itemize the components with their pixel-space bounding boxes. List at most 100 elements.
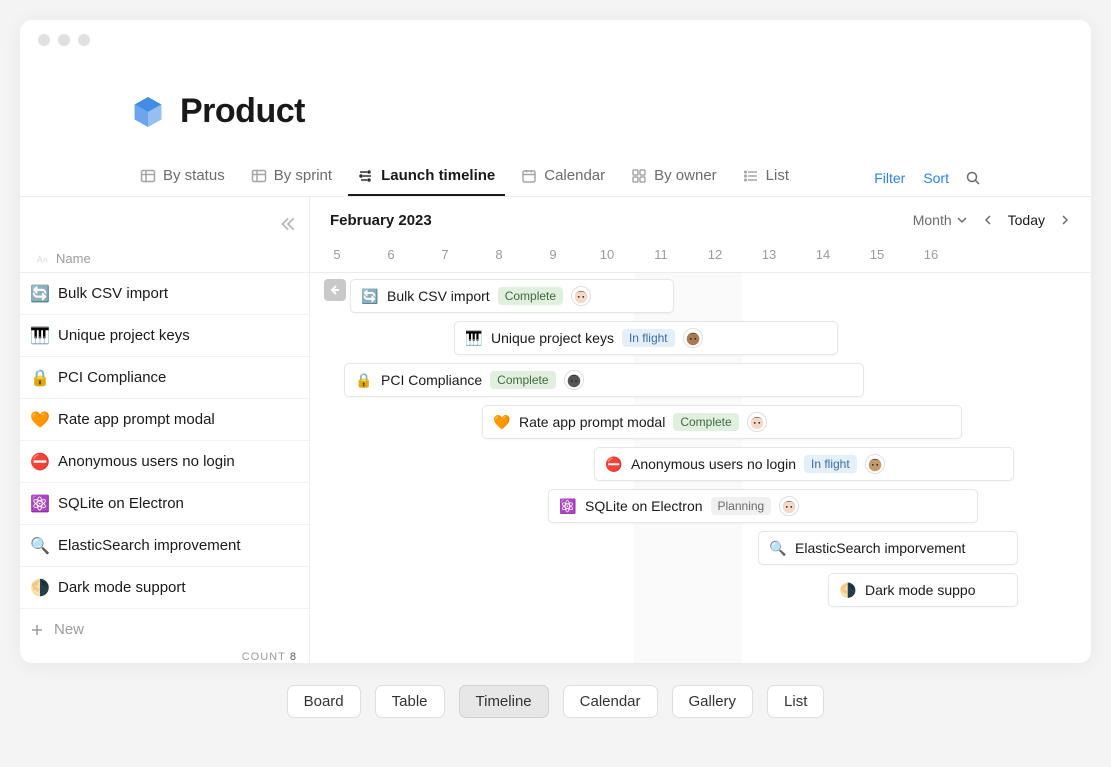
page-content: Product By status By sprint Launch timel… [20, 52, 1091, 663]
bar-title: Bulk CSV import [387, 288, 490, 304]
window-dot [58, 34, 70, 46]
view-chip-gallery[interactable]: Gallery [672, 685, 754, 718]
list-item[interactable]: 🌗 Dark mode support [20, 567, 309, 609]
item-emoji-icon: ⚛️ [30, 494, 48, 514]
day-column-header: 15 [850, 243, 904, 272]
table-icon [140, 168, 156, 184]
timeline-bar[interactable]: 🔍 ElasticSearch imporvement [758, 531, 1018, 565]
app-window: Product By status By sprint Launch timel… [20, 20, 1091, 663]
bar-title: Dark mode suppo [865, 582, 976, 598]
gantt-chart[interactable]: 🔄 Bulk CSV importComplete🎹 Unique projec… [310, 273, 1091, 663]
item-emoji-icon: 🔍 [30, 536, 48, 556]
item-emoji-icon: 🎹 [465, 330, 483, 347]
avatar [747, 412, 767, 432]
item-name: Rate app prompt modal [58, 411, 215, 428]
table-icon [251, 168, 267, 184]
bar-title: Rate app prompt modal [519, 414, 665, 430]
sort-button[interactable]: Sort [917, 166, 955, 190]
item-emoji-icon: ⚛️ [559, 498, 577, 515]
tab-launch-timeline[interactable]: Launch timeline [348, 159, 505, 196]
day-column-header: 13 [742, 243, 796, 272]
day-column-header: 11 [634, 243, 688, 272]
list-item[interactable]: 🔒 PCI Compliance [20, 357, 309, 399]
item-name: Unique project keys [58, 327, 190, 344]
view-chip-calendar[interactable]: Calendar [563, 685, 658, 718]
avatar [865, 454, 885, 474]
item-emoji-icon: 🧡 [30, 410, 48, 430]
day-column-header: 10 [580, 243, 634, 272]
page-header: Product [20, 92, 1091, 159]
name-column-header[interactable]: Name [34, 251, 295, 266]
tab-label: By owner [654, 167, 717, 184]
day-column-header: 12 [688, 243, 742, 272]
page-title: Product [180, 92, 305, 131]
view-chip-board[interactable]: Board [287, 685, 361, 718]
list-item[interactable]: ⛔ Anonymous users no login [20, 441, 309, 483]
item-emoji-icon: ⛔ [30, 452, 48, 472]
tab-by-sprint[interactable]: By sprint [241, 159, 342, 196]
timeline-bar[interactable]: 🌗 Dark mode suppo [828, 573, 1018, 607]
grid-icon [631, 168, 647, 184]
timeline-header: February 2023 Month Today [310, 197, 1091, 243]
tab-list[interactable]: List [733, 159, 799, 196]
left-pane: Name 🔄 Bulk CSV import🎹 Unique project k… [20, 197, 310, 663]
timeline-area: Name 🔄 Bulk CSV import🎹 Unique project k… [20, 197, 1091, 663]
list-item[interactable]: ⚛️ SQLite on Electron [20, 483, 309, 525]
list-item[interactable]: 🧡 Rate app prompt modal [20, 399, 309, 441]
scroll-back-button[interactable] [324, 279, 346, 301]
next-period-button[interactable] [1059, 214, 1071, 226]
timeline-bar[interactable]: ⚛️ SQLite on ElectronPlanning [548, 489, 978, 523]
item-emoji-icon: 🌗 [839, 582, 857, 599]
avatar [779, 496, 799, 516]
timeline-bar[interactable]: 🎹 Unique project keys In flight [454, 321, 838, 355]
timeline-bar[interactable]: 🔒 PCI ComplianceComplete [344, 363, 864, 397]
status-badge: In flight [622, 329, 675, 347]
box-icon [130, 94, 166, 130]
day-column-header: 8 [472, 243, 526, 272]
window-dot [78, 34, 90, 46]
calendar-icon [521, 168, 537, 184]
arrow-left-icon [329, 284, 341, 296]
day-column-header: 7 [418, 243, 472, 272]
status-badge: Complete [498, 287, 563, 305]
prev-period-button[interactable] [982, 214, 994, 226]
new-item-button[interactable]: New [20, 609, 309, 647]
tab-calendar[interactable]: Calendar [511, 159, 615, 196]
timeline-controls: Month Today [913, 212, 1071, 228]
new-label: New [54, 621, 84, 638]
tab-by-owner[interactable]: By owner [621, 159, 727, 196]
day-header: 5678910111213141516 [310, 243, 1091, 273]
view-chip-list[interactable]: List [767, 685, 824, 718]
status-badge: Complete [490, 371, 555, 389]
view-chip-timeline[interactable]: Timeline [459, 685, 549, 718]
timeline-bar[interactable]: 🔄 Bulk CSV importComplete [350, 279, 674, 313]
item-name: Bulk CSV import [58, 285, 168, 302]
name-column-label: Name [56, 251, 91, 266]
text-icon [34, 252, 48, 266]
bar-title: Unique project keys [491, 330, 614, 346]
chevron-right-icon [1059, 214, 1071, 226]
view-switcher: Board Table Timeline Calendar Gallery List [287, 685, 825, 718]
bar-title: ElasticSearch imporvement [795, 540, 965, 556]
list-item[interactable]: 🔍 ElasticSearch improvement [20, 525, 309, 567]
collapse-left-icon[interactable] [279, 215, 297, 233]
left-rows: 🔄 Bulk CSV import🎹 Unique project keys🔒 … [20, 273, 309, 647]
timeline-bar[interactable]: 🧡 Rate app prompt modalComplete [482, 405, 962, 439]
tab-by-status[interactable]: By status [130, 159, 235, 196]
day-column-header: 14 [796, 243, 850, 272]
status-badge: In flight [804, 455, 857, 473]
avatar [571, 286, 591, 306]
bar-title: SQLite on Electron [585, 498, 703, 514]
day-column-header: 9 [526, 243, 580, 272]
timeline-bar[interactable]: ⛔ Anonymous users no loginIn flight [594, 447, 1014, 481]
list-item[interactable]: 🔄 Bulk CSV import [20, 273, 309, 315]
filter-button[interactable]: Filter [868, 166, 911, 190]
avatar [683, 328, 703, 348]
list-item[interactable]: 🎹 Unique project keys [20, 315, 309, 357]
search-icon[interactable] [965, 170, 981, 186]
item-emoji-icon: ⛔ [605, 456, 623, 473]
item-emoji-icon: 🔒 [30, 368, 48, 388]
zoom-select[interactable]: Month [913, 212, 968, 228]
view-chip-table[interactable]: Table [375, 685, 445, 718]
today-button[interactable]: Today [1008, 212, 1045, 228]
